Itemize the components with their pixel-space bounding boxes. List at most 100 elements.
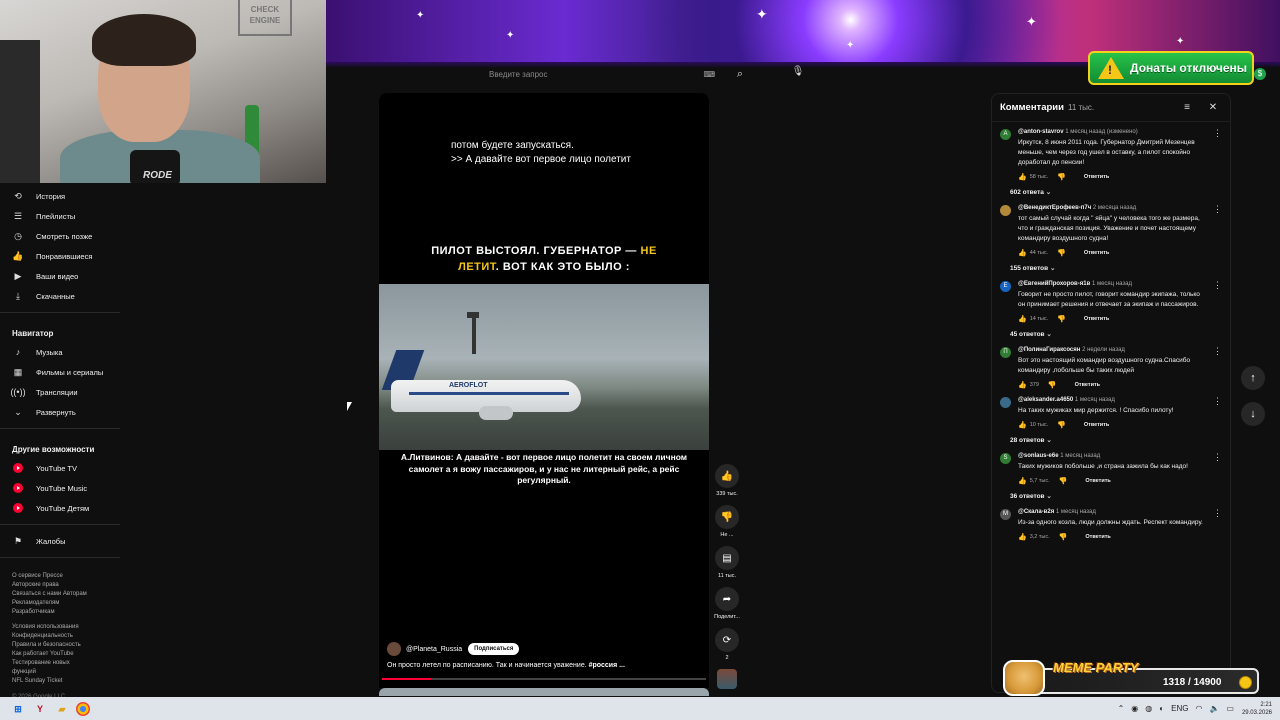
sidebar-item-youtube-music[interactable]: YouTube Music [0,478,122,498]
sidebar-item-playlists[interactable]: ☰ Плейлисты [0,206,122,226]
language-indicator[interactable]: ENG [1171,704,1188,713]
arrow-up-icon[interactable]: ↑ [1241,366,1265,390]
wifi-icon[interactable]: ◠ [1195,704,1202,713]
footer-link[interactable]: Конфиденциальность [12,632,110,641]
footer-link[interactable]: Правила и безопасность [12,641,110,650]
search-bar[interactable]: Введите запрос ⌨ ⌕ [481,66,751,83]
thumb-down-icon[interactable]: 👎 [1057,249,1066,257]
thumb-up-icon[interactable]: 👍 [1018,173,1027,181]
subscribe-button[interactable]: Подписаться [468,643,520,655]
footer-link[interactable]: NFL Sunday Ticket [12,677,110,686]
thumb-down-icon[interactable]: 👎 [1059,533,1068,541]
reply-button[interactable]: Ответить [1084,250,1109,256]
channel-avatar[interactable] [387,642,401,656]
arrow-down-icon[interactable]: ↓ [1241,402,1265,426]
thumb-down-icon[interactable]: 👎 [1048,381,1057,389]
sort-icon[interactable]: ≡ [1178,102,1196,113]
sidebar-item-music[interactable]: ♪ Музыка [0,342,122,362]
more-vert-icon[interactable]: ⋮ [1213,280,1222,291]
windows-start-icon[interactable]: ⊞ [10,701,26,717]
thumb-down-icon[interactable]: 👎 [1057,421,1066,429]
sidebar-item-watch-later[interactable]: ◷ Смотреть позже [0,226,122,246]
thumb-down-icon[interactable]: 👎 [1059,477,1068,485]
keyboard-icon[interactable]: ⌨ [703,70,715,79]
video-hashtag[interactable]: #россия ... [589,662,625,669]
sidebar-item-youtube-tv[interactable]: YouTube TV [0,458,122,478]
reply-button[interactable]: Ответить [1084,316,1109,322]
clock[interactable]: 2:21 29.03.2026 [1242,701,1272,717]
thumb-up-icon[interactable]: 👍 [1018,421,1027,429]
more-vert-icon[interactable]: ⋮ [1213,346,1222,357]
close-icon[interactable]: ✕ [1204,102,1222,113]
sidebar-item-expand[interactable]: ⌄ Развернуть [0,402,122,422]
comment-author[interactable]: @Скала-в2я [1018,509,1054,515]
footer-link[interactable]: Разработчикам [12,608,110,617]
thumb-up-icon[interactable]: 👍 [1018,381,1027,389]
thumb-up-icon[interactable]: 👍 [1018,533,1027,541]
footer-link[interactable]: Рекламодателям [12,599,110,608]
like-button[interactable]: 👍 339 тыс. [711,464,743,499]
comments-button[interactable]: ▤ 11 тыс. [711,546,743,581]
sidebar-item-your-videos[interactable]: ▶ Ваши видео [0,266,122,286]
tray-app-icon[interactable]: ◍ [1145,704,1152,713]
search-icon[interactable]: ⌕ [729,68,751,81]
thumb-down-icon[interactable]: 👎 [1057,315,1066,323]
replies-toggle[interactable]: 155 ответов ⌄ [1010,264,1222,272]
chrome-icon[interactable] [76,701,90,716]
dislike-button[interactable]: 👎 Не ... [711,505,743,540]
comment-avatar[interactable]: M [1000,509,1011,520]
thumb-up-icon[interactable]: 👍 [1018,315,1027,323]
video-progress-bar[interactable] [382,678,706,680]
sidebar-item-liked[interactable]: 👍 Понравившиеся [0,246,122,266]
replies-toggle[interactable]: 45 ответов ⌄ [1010,330,1222,338]
volume-icon[interactable]: 🔈 [1209,704,1219,713]
next-video-preview[interactable] [379,688,709,696]
sidebar-item-downloads[interactable]: ⤓ Скачанные [0,286,122,306]
thumb-up-icon[interactable]: 👍 [1018,477,1027,485]
more-vert-icon[interactable]: ⋮ [1213,396,1222,407]
footer-link[interactable]: Авторские права [12,581,110,590]
search-input[interactable]: Введите запрос [481,70,703,79]
comment-author[interactable]: @ВенедиктЕрофеев-п7ч [1018,205,1091,211]
tray-app-icon[interactable]: ◉ [1131,704,1138,713]
more-vert-icon[interactable]: ⋮ [1213,508,1222,519]
sidebar-item-youtube-kids[interactable]: YouTube Детям [0,498,122,518]
tray-app-icon[interactable]: ◐ [1159,704,1164,713]
reply-button[interactable]: Ответить [1084,174,1109,180]
footer-link[interactable]: функций [12,668,110,677]
sidebar-item-report[interactable]: ⚑ Жалобы [0,531,122,551]
footer-link[interactable]: Условия использования [12,623,110,632]
tray-chevron-icon[interactable]: ⌃ [1118,704,1125,713]
comment-author[interactable]: @aleksander.a4650 [1018,397,1073,403]
footer-link[interactable]: Как работает YouTube [12,650,110,659]
more-vert-icon[interactable]: ⋮ [1213,452,1222,463]
reply-button[interactable]: Ответить [1085,534,1110,540]
comment-avatar[interactable] [1000,205,1011,216]
footer-link[interactable]: Тестирование новых [12,659,110,668]
sidebar-item-live[interactable]: ((•)) Трансляции [0,382,122,402]
replies-toggle[interactable]: 602 ответа ⌄ [1010,188,1222,196]
comment-author[interactable]: @ЕвгенийПрохоров-я1в [1018,281,1090,287]
comment-avatar[interactable]: Е [1000,281,1011,292]
comment-avatar[interactable] [1000,397,1011,408]
video-description[interactable]: Он просто летел по расписанию. Так и нач… [387,662,625,669]
reply-button[interactable]: Ответить [1075,382,1100,388]
share-button[interactable]: ➦ Поделит... [711,587,743,622]
footer-link[interactable]: Связаться с нами Авторам [12,590,110,599]
thumb-down-icon[interactable]: 👎 [1057,173,1066,181]
shorts-video-player[interactable]: потом будете запускаться. >> А давайте в… [379,93,709,688]
comment-avatar[interactable]: A [1000,129,1011,140]
reply-button[interactable]: Ответить [1085,478,1110,484]
reply-button[interactable]: Ответить [1084,422,1109,428]
voice-search-icon[interactable]: 🎙 [790,66,806,82]
comment-avatar[interactable]: S [1000,453,1011,464]
sidebar-item-history[interactable]: ⟲ История [0,186,122,206]
replies-toggle[interactable]: 36 ответов ⌄ [1010,492,1222,500]
sound-thumbnail[interactable] [717,669,737,689]
footer-link[interactable]: О сервисе Прессе [12,572,110,581]
comment-author[interactable]: @ПолинаГираксосян [1018,347,1080,353]
more-vert-icon[interactable]: ⋮ [1213,128,1222,139]
remix-button[interactable]: ⟳ 2 [711,628,743,663]
replies-toggle[interactable]: 28 ответов ⌄ [1010,436,1222,444]
battery-icon[interactable]: ▭ [1226,704,1234,713]
